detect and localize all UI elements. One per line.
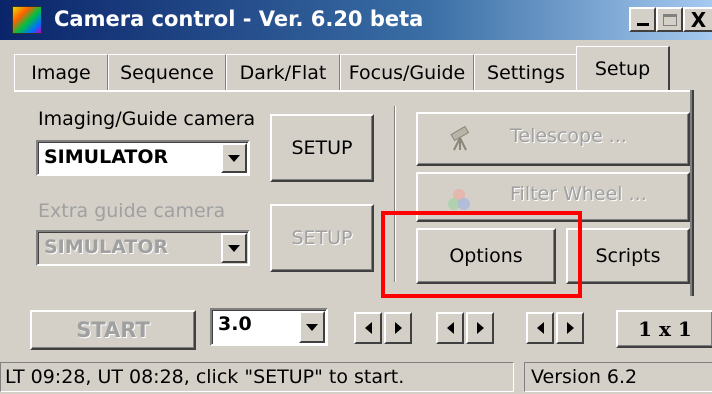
imaging-camera-value: SIMULATOR [44,146,169,168]
exposure-value: 3.0 [218,313,252,335]
imaging-setup-button[interactable]: SETUP [270,114,374,182]
prev-button-1[interactable] [354,312,382,344]
imaging-camera-label: Imaging/Guide camera [38,108,256,130]
close-icon: X [690,7,707,32]
extra-setup-button[interactable]: SETUP [270,204,374,272]
highlight-box [381,211,582,298]
next-button-3[interactable] [556,312,584,344]
tab-setup[interactable]: Setup [576,46,670,90]
minimize-icon [636,23,649,26]
telescope-icon [450,126,470,151]
window-title: Camera control - Ver. 6.20 beta [54,7,424,31]
prev-button-3[interactable] [526,312,554,344]
arrow-left-icon [446,322,454,334]
status-version: Version 6.2 [524,362,712,392]
binning-button[interactable]: 1 x 1 [616,310,712,348]
telescope-button[interactable]: Telescope ... [416,112,690,166]
next-button-1[interactable] [384,312,412,344]
next-button-2[interactable] [466,312,494,344]
start-button[interactable]: START [30,310,196,350]
arrow-left-icon [536,322,544,334]
filter-wheel-label: Filter Wheel ... [510,183,647,205]
tab-image[interactable]: Image [14,54,108,90]
arrow-right-icon [394,322,402,334]
maximize-icon [662,13,677,26]
status-message: LT 09:28, UT 08:28, click "SETUP" to sta… [0,362,514,392]
panel-border-right-dark [692,90,694,296]
title-bar[interactable]: Camera control - Ver. 6.20 beta X [0,0,712,40]
tab-dark-flat[interactable]: Dark/Flat [226,54,340,90]
tab-sequence[interactable]: Sequence [108,54,226,90]
prev-button-2[interactable] [436,312,464,344]
scripts-button[interactable]: Scripts [566,228,690,284]
tab-settings[interactable]: Settings [474,54,578,90]
arrow-right-icon [566,322,574,334]
maximize-button[interactable] [656,7,683,32]
telescope-label: Telescope ... [510,125,627,147]
arrow-left-icon [364,322,372,334]
exposure-select[interactable]: 3.0 [210,308,328,346]
extra-camera-select[interactable]: SIMULATOR [36,230,250,266]
extra-camera-dropdown-button[interactable] [221,233,247,263]
exposure-dropdown-button[interactable] [299,311,325,343]
minimize-button[interactable] [629,7,656,32]
chevron-down-icon [306,323,318,331]
app-icon [12,6,42,34]
imaging-camera-select[interactable]: SIMULATOR [36,140,250,176]
chevron-down-icon [228,244,240,252]
arrow-right-icon [476,322,484,334]
camera-control-window: Camera control - Ver. 6.20 beta X Image … [0,0,712,394]
extra-camera-label: Extra guide camera [38,200,226,222]
imaging-camera-dropdown-button[interactable] [221,143,247,173]
tab-panel-border [14,90,692,92]
filter-wheel-icon [448,189,470,210]
tab-focus-guide[interactable]: Focus/Guide [340,54,474,90]
chevron-down-icon [228,154,240,162]
extra-camera-value: SIMULATOR [44,236,169,258]
close-button[interactable]: X [683,7,712,32]
